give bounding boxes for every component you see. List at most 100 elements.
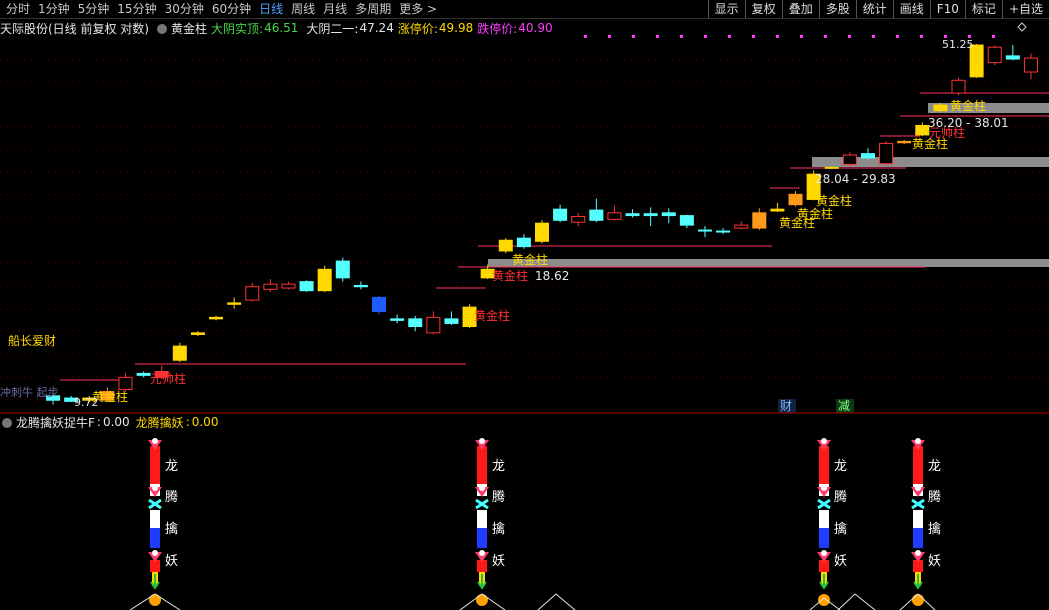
candle-body bbox=[462, 306, 477, 328]
kline-chart[interactable]: 船长爱财 冲刺牛 起步 黄金柱 9.72 元帅柱 黄金柱 黄金柱 黄金柱 18.… bbox=[0, 0, 1049, 610]
red-bar bbox=[819, 560, 829, 572]
indicator-value: 0.00 bbox=[102, 415, 130, 429]
gem-highlight-icon bbox=[479, 438, 485, 444]
tool-button-3[interactable]: 多股 bbox=[818, 0, 856, 18]
tab-9[interactable]: 多周期 bbox=[351, 0, 395, 18]
coin-icon bbox=[912, 594, 924, 606]
high-value-label: 51.25 bbox=[942, 38, 974, 51]
candle-body bbox=[46, 395, 61, 401]
support-band-1 bbox=[488, 259, 1049, 267]
indicator-sub-value: 0.00 bbox=[191, 415, 219, 429]
candle-body bbox=[516, 237, 531, 248]
indicator-separator: : bbox=[96, 415, 101, 429]
indicator-char: 妖 bbox=[165, 554, 178, 569]
down-arrow-icon bbox=[150, 574, 160, 590]
tab-3[interactable]: 15分钟 bbox=[113, 0, 160, 18]
tab-5[interactable]: 60分钟 bbox=[208, 0, 255, 18]
yellow-bar bbox=[152, 572, 158, 586]
yellow-bar bbox=[915, 572, 921, 586]
tool-button-7[interactable]: 标记 bbox=[964, 0, 1002, 18]
indicator-sub-title: 龙腾擒妖 bbox=[135, 415, 184, 430]
diamond-icon[interactable] bbox=[1017, 22, 1027, 32]
tool-button-6[interactable]: F10 bbox=[929, 0, 965, 18]
golden-label-1: 黄金柱 bbox=[92, 389, 128, 404]
candle-body bbox=[263, 283, 278, 290]
yellow-bar bbox=[479, 572, 485, 586]
candle-body bbox=[390, 318, 405, 321]
main-legend: 天际股份(日线 前复权 对数) 黄金柱 大阴实顶: 46.51 大阴二一: 47… bbox=[0, 19, 557, 37]
indicator-char: 妖 bbox=[492, 554, 505, 569]
tab-7[interactable]: 周线 bbox=[287, 0, 319, 18]
indicator-char: 擒 bbox=[492, 521, 505, 537]
indicator-char: 擒 bbox=[928, 521, 941, 537]
indicator-char: 腾 bbox=[928, 489, 941, 505]
candle-body bbox=[498, 239, 513, 252]
red-bar bbox=[913, 560, 923, 572]
dragon-bar bbox=[150, 446, 160, 484]
bottom-outlines bbox=[129, 593, 936, 610]
indicator-title[interactable]: 龙腾擒妖捉牛F bbox=[16, 414, 95, 431]
limit-up-value: 49.98 bbox=[438, 21, 474, 35]
white-bar bbox=[477, 510, 487, 528]
candle-body bbox=[64, 397, 79, 402]
settings-circle-icon[interactable] bbox=[157, 24, 167, 34]
tool-button-8[interactable]: +自选 bbox=[1001, 0, 1049, 18]
golden-label-4: 黄金柱 bbox=[492, 268, 528, 283]
candle-body bbox=[372, 296, 387, 312]
tab-6[interactable]: 日线 bbox=[255, 0, 287, 18]
red-gem-icon bbox=[148, 487, 162, 497]
candle-body bbox=[860, 153, 875, 159]
tab-0[interactable]: 分时 bbox=[2, 0, 34, 18]
white-bar bbox=[150, 510, 160, 528]
white-bar bbox=[819, 510, 829, 528]
jian-marker: 减 bbox=[838, 399, 850, 413]
support-band-2 bbox=[812, 157, 1049, 167]
tool-button-2[interactable]: 叠加 bbox=[781, 0, 819, 18]
tool-button-1[interactable]: 复权 bbox=[744, 0, 782, 18]
candle-body bbox=[172, 345, 187, 361]
candle-body bbox=[136, 372, 151, 376]
indicator-char: 龙 bbox=[492, 459, 505, 474]
indicator-name[interactable]: 黄金柱 bbox=[171, 20, 207, 37]
candle-body bbox=[643, 213, 658, 217]
dragon-bar bbox=[477, 446, 487, 484]
chart-annotations: 船长爱财 冲刺牛 起步 黄金柱 9.72 元帅柱 黄金柱 黄金柱 黄金柱 18.… bbox=[0, 38, 1009, 413]
red-gem-icon bbox=[817, 440, 831, 450]
indicator-sub-separator: : bbox=[185, 415, 190, 429]
grid-lines bbox=[0, 59, 1049, 401]
tool-button-5[interactable]: 画线 bbox=[892, 0, 930, 18]
tab-2[interactable]: 5分钟 bbox=[74, 0, 114, 18]
red-gem-icon bbox=[817, 487, 831, 497]
tool-button-0[interactable]: 显示 bbox=[707, 0, 745, 18]
tab-4[interactable]: 30分钟 bbox=[161, 0, 208, 18]
golden-label-5: 黄金柱 bbox=[816, 193, 852, 208]
indicator-settings-icon[interactable] bbox=[2, 418, 12, 428]
gem-highlight-icon bbox=[821, 485, 827, 491]
blue-bar bbox=[150, 528, 160, 548]
red-gem-icon bbox=[911, 487, 925, 497]
candle-body bbox=[752, 212, 767, 229]
dragon-bar bbox=[819, 446, 829, 484]
indicator-char: 擒 bbox=[165, 521, 178, 537]
big-yin2-label: 大阴二一: bbox=[306, 21, 359, 36]
candle-body bbox=[661, 212, 676, 217]
range3-label: 36.20 - 38.01 bbox=[928, 116, 1009, 130]
tab-1[interactable]: 1分钟 bbox=[34, 0, 74, 18]
tab-8[interactable]: 月线 bbox=[319, 0, 351, 18]
red-bar bbox=[477, 560, 487, 572]
candle-body bbox=[987, 46, 1002, 64]
candle-body bbox=[317, 268, 332, 292]
tab-10[interactable]: 更多 > bbox=[395, 0, 441, 18]
indicator-legend: 龙腾擒妖捉牛F : 0.00 龙腾擒妖 : 0.00 bbox=[0, 414, 218, 430]
candle-body bbox=[806, 173, 821, 200]
red-gem-icon bbox=[475, 552, 489, 562]
candle-body bbox=[679, 215, 694, 226]
big-yin-label: 大阴实顶: bbox=[211, 21, 264, 36]
indicator-char: 龙 bbox=[165, 459, 178, 474]
right-tools: 显示 复权 叠加 多股 统计 画线 F10 标记 +自选 bbox=[707, 0, 1049, 18]
candle-body bbox=[553, 208, 568, 221]
candle-body bbox=[408, 318, 423, 328]
coin-icon bbox=[149, 594, 161, 606]
candle-body bbox=[607, 212, 622, 220]
tool-button-4[interactable]: 统计 bbox=[855, 0, 893, 18]
